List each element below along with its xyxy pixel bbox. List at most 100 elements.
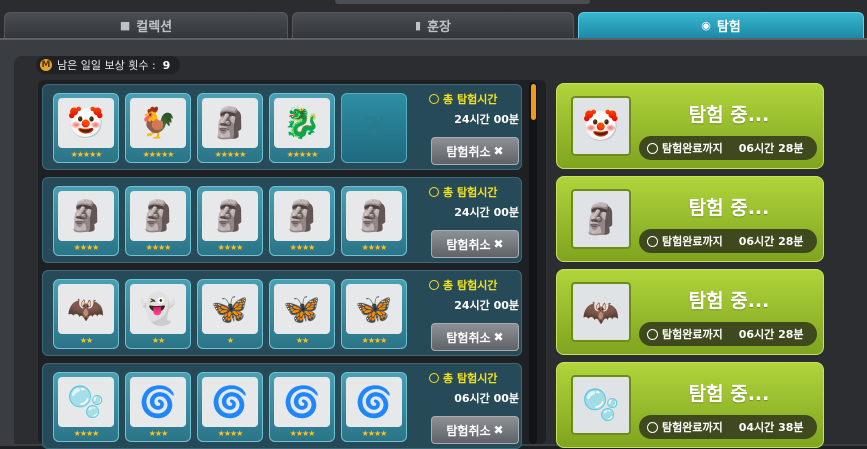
monster-slot[interactable]: 🦋 ★★★★ [341,279,407,349]
monster-jester-icon: 🤡 [571,96,631,156]
star-rating: ★★★★ [145,243,172,252]
monster-moth-icon: 🦋 [346,284,402,334]
monster-slot[interactable]: 🌀 ★★★★ [197,372,263,442]
monster-slot[interactable]: 🗿 ★★★★ [197,186,263,256]
expedition-status-card[interactable]: 🗿 탐험 중... 탐험완료까지 06시간 28분 [556,176,824,262]
monster-shadow-icon: 🌀 [202,377,258,427]
until-label: 탐험완료까지 [662,142,723,155]
time-info: 총 탐험시간 24시간 00분 [429,277,519,313]
star-rating: ★★★★★ [214,150,247,159]
monster-slot[interactable]: 🌀 ★★★★ [269,372,335,442]
clock-icon [429,187,439,197]
monster-slot[interactable]: 🐓 ★★★★★ [125,93,191,163]
status-title: 탐험 중... [688,383,770,405]
until-label: 탐험완료까지 [662,421,723,434]
scrollbar-thumb[interactable] [531,84,536,120]
star-rating: ★★ [295,336,309,345]
cancel-expedition-button[interactable]: 탐험취소 ✖ [431,137,519,165]
expedition-row: 🫧 ★★★★ 🌀 ★★★ 🌀 ★★★★ 🌀 ★★★★ 🌀 ★★★★ 총 탐험시간 06시간… [42,363,522,449]
monster-statue-icon: 🗿 [571,189,631,249]
remaining-value: 06시간 28분 [738,235,804,248]
monster-slot[interactable]: 🫧 ★★★★ [53,372,119,442]
monster-bat-icon: 🦇 [58,284,114,334]
monster-fairy-icon: 🦋 [202,284,258,334]
cancel-expedition-button[interactable]: 탐험취소 ✖ [431,323,519,351]
monster-slot[interactable]: 🗿 ★★★★ [53,186,119,256]
cancel-label: 탐험취소 [446,144,491,159]
tab-exploration[interactable]: ◉ 탐험 [578,12,864,38]
monster-slot[interactable]: 👻 ★★ [125,279,191,349]
star-rating: ★★★ [148,429,169,438]
star-rating: ★★★★★ [286,150,319,159]
star-rating: ★★★★ [289,429,316,438]
expedition-status-card[interactable]: 🦇 탐험 중... 탐험완료까지 06시간 28분 [556,269,824,355]
time-info: 총 탐험시간 06시간 00분 [429,370,519,406]
monster-slot[interactable]: 🦋 ★ [197,279,263,349]
monster-slot[interactable]: 🦇 ★★ [53,279,119,349]
remaining-time: 탐험완료까지 06시간 28분 [639,229,817,253]
monster-slot[interactable]: 🗿 ★★★★★ [197,93,263,163]
meso-coin-icon: M [40,59,52,71]
monster-shadow-icon: 🌀 [346,377,402,427]
map-pin-icon: ◉ [701,19,711,32]
box-icon: ■ [119,19,131,32]
time-value: 24시간 00분 [454,299,519,312]
tab-bar: ■ 컬렉션 ▮ 훈장 ◉ 탐험 [0,0,867,40]
close-icon: ✖ [493,423,504,437]
top-decor [335,0,590,4]
monster-slot[interactable]: 🌀 ★★★★ [341,372,407,442]
monster-statue-icon: 🗿 [130,191,186,241]
close-icon: ✖ [493,330,504,344]
monster-slot[interactable]: 🗿 ★★★★ [341,186,407,256]
expedition-row: 🦇 ★★ 👻 ★★ 🦋 ★ 🦋 ★★ 🦋 ★★★★ 총 탐험시간 24시간 00분 탐험취… [42,270,522,356]
monster-statue-icon: 🗿 [202,98,258,148]
star-rating: ★★★★ [73,243,100,252]
monster-shadow-icon: 🌀 [130,377,186,427]
cancel-expedition-button[interactable]: 탐험취소 ✖ [431,230,519,258]
star-rating: ★★★★ [361,429,388,438]
star-rating: ★ [226,336,234,345]
star-rating: ★★★★ [289,243,316,252]
time-label: 총 탐험시간 [443,279,498,292]
empty-slot[interactable]: ❦ [341,93,407,163]
clock-icon [429,94,439,104]
clock-icon [647,328,658,340]
time-label: 총 탐험시간 [443,93,498,106]
star-rating: ★★★★ [361,243,388,252]
expedition-row: 🗿 ★★★★ 🗿 ★★★★ 🗿 ★★★★ 🗿 ★★★★ 🗿 ★★★★ 총 탐험시간 24시… [42,177,522,263]
cancel-expedition-button[interactable]: 탐험취소 ✖ [431,416,519,444]
monster-slot[interactable]: 🗿 ★★★★ [125,186,191,256]
maple-leaf-icon: ❦ [363,110,387,143]
monster-slot[interactable]: 🤡 ★★★★★ [53,93,119,163]
clock-icon [429,280,439,290]
tab-medal[interactable]: ▮ 훈장 [292,12,574,38]
time-value: 06시간 00분 [454,392,519,405]
close-icon: ✖ [493,237,504,251]
expedition-status-card[interactable]: 🤡 탐험 중... 탐험완료까지 06시간 28분 [556,83,824,169]
until-label: 탐험완료까지 [662,235,723,248]
expedition-row: 🤡 ★★★★★ 🐓 ★★★★★ 🗿 ★★★★★ 🐉 ★★★★★ ❦ 총 탐험시간 24시… [42,84,522,170]
star-rating: ★★★★★ [70,150,103,159]
tab-label: 컬렉션 [136,20,173,35]
reward-count: 9 [162,58,171,72]
expedition-status-card[interactable]: 🫧 탐험 중... 탐험완료까지 04시간 38분 [556,362,824,448]
status-title: 탐험 중... [688,197,770,219]
monster-dragon-icon: 🐉 [274,98,330,148]
time-info: 총 탐험시간 24시간 00분 [429,184,519,220]
monster-statue-icon: 🗿 [58,191,114,241]
status-title: 탐험 중... [688,290,770,312]
remaining-time: 탐험완료까지 06시간 28분 [639,322,817,346]
clock-icon [647,142,658,154]
monster-slot[interactable]: 🌀 ★★★ [125,372,191,442]
monster-slot[interactable]: 🗿 ★★★★ [269,186,335,256]
tab-collection[interactable]: ■ 컬렉션 [4,12,288,38]
star-rating: ★★★★ [217,243,244,252]
scrollbar-track[interactable] [529,82,537,444]
cancel-label: 탐험취소 [446,330,491,345]
monster-slot[interactable]: 🦋 ★★ [269,279,335,349]
time-value: 24시간 00분 [454,206,519,219]
clock-icon [647,235,658,247]
monster-slot[interactable]: 🐉 ★★★★★ [269,93,335,163]
time-info: 총 탐험시간 24시간 00분 [429,91,519,127]
tab-label: 훈장 [427,20,451,35]
